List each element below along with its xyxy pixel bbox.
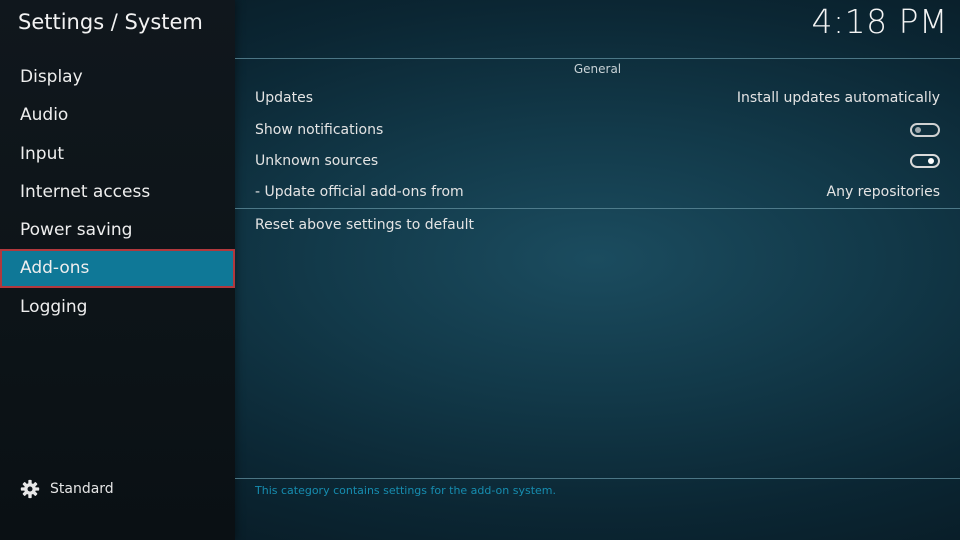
settings-level-label: Standard — [50, 481, 114, 497]
gear-icon — [20, 479, 40, 499]
settings-divider — [235, 208, 960, 209]
setting-update-official-addons-value: Any repositories — [826, 184, 941, 200]
setting-updates-label: Updates — [255, 90, 313, 106]
group-header-general: General — [573, 62, 622, 76]
kodi-settings-window: Settings / System Display Audio Input In… — [0, 0, 960, 540]
settings-menu: Display Audio Input Internet access Powe… — [0, 58, 235, 326]
top-divider — [235, 58, 960, 59]
setting-update-official-addons-label: - Update official add-ons from — [255, 184, 464, 200]
sidebar-item-input[interactable]: Input — [0, 135, 235, 173]
sidebar-item-display[interactable]: Display — [0, 58, 235, 96]
setting-unknown-sources-label: Unknown sources — [255, 153, 379, 169]
settings-sidebar: Settings / System Display Audio Input In… — [0, 0, 235, 540]
bottom-divider — [235, 478, 960, 479]
show-notifications-toggle[interactable] — [910, 123, 940, 137]
toggle-knob — [928, 158, 934, 164]
toggle-knob — [915, 127, 921, 133]
setting-unknown-sources[interactable]: Unknown sources — [255, 146, 940, 176]
sidebar-item-logging[interactable]: Logging — [0, 288, 235, 326]
sidebar-item-add-ons[interactable]: Add-ons — [0, 249, 235, 288]
settings-level-button[interactable]: Standard — [20, 478, 114, 500]
setting-update-official-addons[interactable]: - Update official add-ons from Any repos… — [255, 177, 940, 207]
setting-updates[interactable]: Updates Install updates automatically — [255, 83, 940, 113]
page-title: Settings / System — [18, 10, 203, 34]
clock: 4:18 PM — [811, 2, 948, 41]
sidebar-item-power-saving[interactable]: Power saving — [0, 211, 235, 249]
sidebar-item-audio[interactable]: Audio — [0, 96, 235, 134]
sidebar-item-internet-access[interactable]: Internet access — [0, 173, 235, 211]
setting-show-notifications-label: Show notifications — [255, 122, 384, 138]
category-description: This category contains settings for the … — [255, 484, 557, 497]
setting-updates-value: Install updates automatically — [736, 90, 940, 106]
reset-settings-label: Reset above settings to default — [255, 217, 474, 233]
reset-settings-button[interactable]: Reset above settings to default — [255, 210, 940, 240]
unknown-sources-toggle[interactable] — [910, 154, 940, 168]
settings-content: General Updates Install updates automati… — [235, 58, 960, 482]
setting-show-notifications[interactable]: Show notifications — [255, 115, 940, 145]
